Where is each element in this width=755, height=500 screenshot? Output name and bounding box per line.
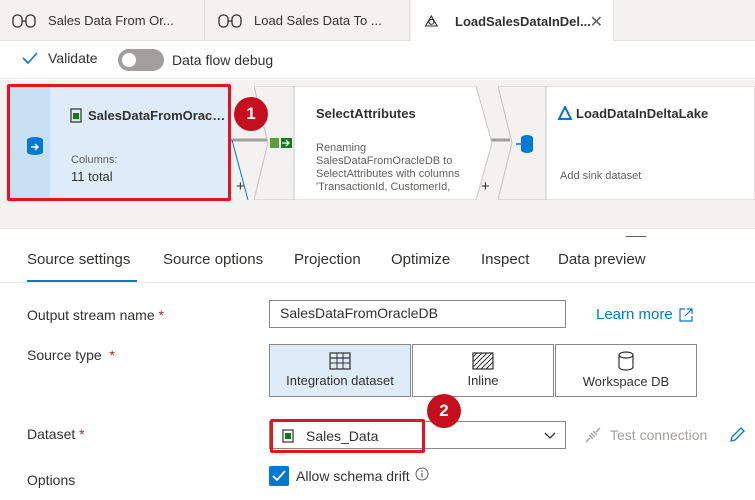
debug-label: Data flow debug — [172, 52, 274, 68]
tab-load-sales-data-in-delta[interactable]: LoadSalesDataInDel... ✕ — [411, 0, 614, 42]
highlight-box-source — [7, 84, 231, 201]
checkmark-icon — [272, 470, 286, 482]
tab-source-settings[interactable]: Source settings — [27, 251, 130, 268]
sink-node-title: LoadDataInDeltaLake — [576, 106, 709, 121]
required-mark: * — [158, 307, 164, 323]
select-desc-line-3: SelectAttributes with columns — [316, 168, 460, 180]
sink-subtitle: Add sink dataset — [560, 170, 642, 182]
sink-node[interactable]: LoadDataInDeltaLake Add sink dataset — [498, 86, 755, 200]
test-connection-button[interactable]: Test connection — [584, 426, 707, 444]
dataflow-canvas: SalesDataFromOracl... Columns: 11 total … — [0, 80, 755, 228]
validate-button[interactable]: Validate — [22, 50, 98, 66]
dataflow-active-icon — [424, 14, 439, 27]
toggle-switch[interactable] — [118, 49, 164, 71]
close-icon[interactable]: ✕ — [590, 12, 603, 32]
plug-icon — [585, 427, 601, 443]
tab-load-sales-data-to[interactable]: Load Sales Data To ... — [206, 0, 410, 41]
tab-sales-data-from-oracle[interactable]: Sales Data From Or... — [0, 0, 205, 41]
output-stream-label: Output stream name * — [27, 307, 164, 323]
learn-more-link[interactable]: Learn more — [596, 306, 693, 323]
select-node[interactable]: SelectAttributes Renaming SalesDataFromO… — [254, 86, 494, 200]
splitter-handle[interactable] — [626, 236, 646, 237]
allow-schema-drift-checkbox[interactable]: Allow schema drift — [269, 466, 429, 486]
tab-source-options[interactable]: Source options — [163, 251, 263, 268]
dataflow-icon — [12, 13, 36, 28]
source-type-integration-dataset[interactable]: Integration dataset — [269, 344, 411, 397]
external-link-icon — [679, 307, 693, 322]
select-icon — [270, 138, 292, 148]
select-desc-line-2: SalesDataFromOracleDB to — [316, 155, 453, 167]
output-stream-input[interactable]: SalesDataFromOracleDB — [269, 300, 566, 328]
required-mark: * — [109, 347, 115, 363]
checkmark-icon — [22, 52, 38, 65]
source-type-workspace-db[interactable]: Workspace DB — [555, 344, 697, 397]
info-icon[interactable] — [415, 467, 429, 481]
allow-schema-drift-label: Allow schema drift — [296, 468, 410, 484]
select-desc-line-1: Renaming — [316, 142, 367, 154]
required-mark: * — [79, 426, 85, 442]
callout-badge-1: 1 — [234, 97, 268, 131]
toolbar: Validate Data flow debug — [0, 41, 755, 79]
edit-icon[interactable] — [728, 426, 746, 444]
data-flow-debug-toggle[interactable]: Data flow debug — [118, 49, 273, 71]
add-transform-button[interactable]: + — [236, 178, 245, 195]
select-node-title: SelectAttributes — [316, 106, 416, 121]
sink-icon — [516, 135, 533, 153]
delta-lake-icon — [558, 106, 572, 120]
source-type-inline[interactable]: Inline — [412, 344, 554, 397]
tab-bar: Sales Data From Or... Load Sales Data To… — [0, 0, 755, 42]
inline-icon — [472, 352, 494, 370]
tab-data-preview[interactable]: Data preview — [558, 251, 646, 268]
tab-projection[interactable]: Projection — [294, 251, 361, 268]
callout-badge-2: 2 — [427, 394, 461, 428]
tab-label: Sales Data From Or... — [48, 13, 174, 28]
database-icon — [618, 351, 634, 371]
tab-label: Load Sales Data To ... — [254, 13, 382, 28]
source-type-label: Source type * — [27, 347, 115, 363]
tab-label: LoadSalesDataInDel... — [455, 13, 591, 29]
tab-optimize[interactable]: Optimize — [391, 251, 450, 268]
dataset-label: Dataset * — [27, 426, 85, 442]
options-label: Options — [27, 472, 76, 488]
highlight-box-dataset — [270, 419, 425, 453]
table-icon — [329, 352, 351, 370]
select-desc-line-4: 'TransactionId, CustomerId, — [316, 181, 451, 193]
chevron-down-icon — [544, 432, 556, 439]
validate-label: Validate — [48, 50, 98, 66]
tab-inspect[interactable]: Inspect — [481, 251, 529, 268]
add-transform-button[interactable]: + — [481, 178, 490, 195]
dataflow-icon — [218, 13, 242, 28]
checkbox-box[interactable] — [269, 466, 289, 486]
